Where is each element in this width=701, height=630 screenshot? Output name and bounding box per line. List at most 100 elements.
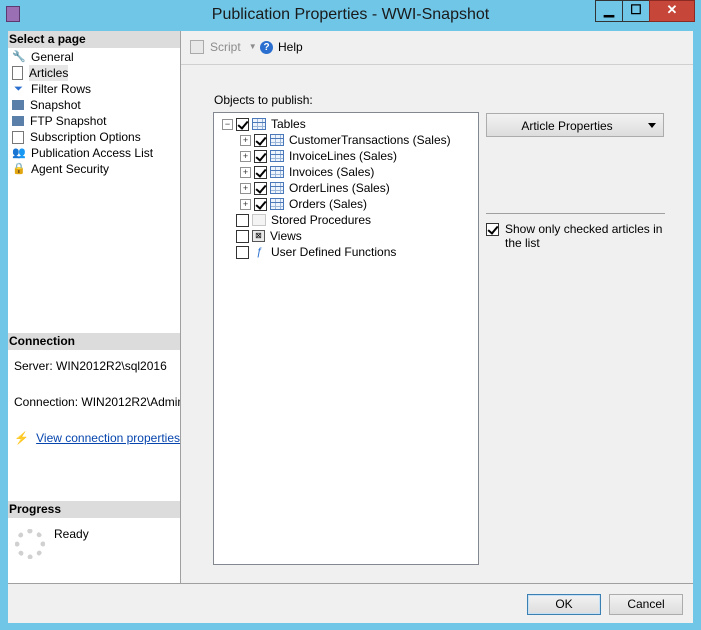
expand-icon[interactable]: + [240, 134, 251, 146]
page-label: Snapshot [30, 98, 81, 112]
snapshot-icon [12, 100, 24, 110]
table-checkbox[interactable] [254, 181, 267, 195]
page-publication-access-list[interactable]: 👥 Publication Access List [12, 145, 153, 161]
tree-node-label: Invoices (Sales) [289, 165, 375, 179]
dialog-client: Select a page 🔧 General Articles ⏷ Filte… [8, 31, 693, 623]
page-agent-security[interactable]: 🔒 Agent Security [12, 161, 109, 177]
tree-node-label: User Defined Functions [271, 245, 397, 259]
help-button[interactable]: ? Help [260, 39, 303, 55]
table-checkbox[interactable] [254, 165, 267, 179]
connection-header: Connection [8, 333, 180, 350]
view-connection-link[interactable]: View connection properties [36, 431, 180, 445]
page-label: Agent Security [31, 162, 110, 176]
tables-checkbox[interactable] [236, 117, 249, 131]
show-only-checked-checkbox[interactable] [486, 223, 499, 236]
table-icon [270, 150, 284, 162]
title-bar[interactable]: Publication Properties - WWI-Snapshot ▁ … [0, 0, 701, 30]
minimize-button[interactable]: ▁ [595, 0, 623, 22]
select-page-header: Select a page [8, 31, 180, 48]
table-checkbox[interactable] [254, 149, 267, 163]
table-icon [270, 134, 284, 146]
filter-icon: ⏷ [14, 82, 23, 95]
separator [486, 213, 665, 214]
dialog-footer: OK Cancel [8, 583, 693, 623]
page-label: FTP Snapshot [30, 114, 107, 128]
expand-icon[interactable]: + [240, 182, 251, 194]
tree-node-label: InvoiceLines (Sales) [289, 149, 398, 163]
chevron-down-icon: ▼ [248, 42, 257, 51]
script-button[interactable]: Script ▼ [190, 39, 257, 55]
table-checkbox[interactable] [254, 133, 267, 147]
stored-procedures-checkbox[interactable] [236, 213, 249, 227]
tree-node-udf[interactable]: ƒ User Defined Functions [236, 244, 396, 260]
tree-node-table[interactable]: + InvoiceLines (Sales) [240, 148, 397, 164]
tree-node-table[interactable]: + Invoices (Sales) [240, 164, 374, 180]
script-label: Script [210, 40, 241, 54]
show-only-checked-option[interactable]: Show only checked articles in the list [486, 222, 666, 250]
ok-button[interactable]: OK [527, 594, 601, 615]
page-label: Subscription Options [30, 130, 141, 144]
connection-text: Connection: WIN2012R2\Administrator [14, 395, 180, 409]
view-connection-row: ⚡ View connection properties [14, 431, 180, 445]
article-properties-label: Article Properties [521, 119, 613, 133]
tree-node-label: Views [270, 229, 302, 243]
toolbar: Script ▼ ? Help [181, 31, 693, 65]
help-label: Help [278, 40, 303, 54]
help-icon: ? [260, 40, 273, 54]
progress-status: Ready [54, 527, 89, 541]
page-subscription-options[interactable]: Subscription Options [12, 129, 141, 145]
function-icon: ƒ [256, 246, 263, 258]
close-button[interactable]: ✕ [649, 0, 695, 22]
lock-icon: 🔒 [12, 162, 26, 175]
tree-node-label: OrderLines (Sales) [289, 181, 390, 195]
access-list-icon: 👥 [12, 146, 26, 159]
page-ftp-snapshot[interactable]: FTP Snapshot [12, 113, 107, 129]
table-icon [270, 182, 284, 194]
stored-procedure-icon [252, 214, 266, 226]
page-snapshot[interactable]: Snapshot [12, 97, 81, 113]
subscription-icon [12, 130, 24, 144]
udf-checkbox[interactable] [236, 245, 249, 259]
wrench-icon: 🔧 [12, 50, 26, 63]
cancel-button[interactable]: Cancel [609, 594, 683, 615]
article-properties-button[interactable]: Article Properties [486, 113, 664, 137]
ftp-icon [12, 116, 24, 126]
page-filter-rows[interactable]: ⏷ Filter Rows [12, 81, 91, 97]
script-icon [190, 40, 204, 54]
progress-header: Progress [8, 501, 180, 518]
page-articles[interactable]: Articles [12, 65, 69, 81]
server-text: Server: WIN2012R2\sql2016 [14, 359, 167, 373]
dialog-window: Publication Properties - WWI-Snapshot ▁ … [0, 0, 701, 630]
tree-node-table[interactable]: + Orders (Sales) [240, 196, 367, 212]
tree-node-label: Tables [271, 117, 306, 131]
left-panel: Select a page 🔧 General Articles ⏷ Filte… [8, 31, 181, 583]
expand-icon[interactable]: + [240, 166, 251, 178]
chevron-down-icon [648, 123, 656, 128]
collapse-icon[interactable]: − [222, 118, 233, 130]
objects-to-publish-label: Objects to publish: [214, 93, 313, 107]
table-icon [270, 166, 284, 178]
tree-node-stored-procedures[interactable]: Stored Procedures [236, 212, 371, 228]
table-checkbox[interactable] [254, 197, 267, 211]
views-checkbox[interactable] [236, 229, 249, 243]
articles-icon [12, 66, 23, 80]
tree-node-tables[interactable]: − Tables [222, 116, 306, 132]
maximize-button[interactable]: ☐ [622, 0, 650, 22]
right-panel: Script ▼ ? Help Objects to publish: − Ta… [181, 31, 693, 583]
page-general[interactable]: 🔧 General [12, 49, 74, 65]
tree-node-views[interactable]: ⊠ Views [236, 228, 302, 244]
page-label: Articles [29, 65, 69, 81]
page-label: Filter Rows [31, 82, 92, 96]
expand-icon[interactable]: + [240, 198, 251, 210]
view-icon: ⊠ [252, 230, 265, 242]
tree-node-label: CustomerTransactions (Sales) [289, 133, 451, 147]
objects-tree[interactable]: − Tables + CustomerTransactions (Sales) … [213, 112, 479, 565]
tree-node-table[interactable]: + CustomerTransactions (Sales) [240, 132, 451, 148]
progress-spinner-icon [15, 529, 45, 559]
tree-node-table[interactable]: + OrderLines (Sales) [240, 180, 390, 196]
table-folder-icon [252, 118, 266, 130]
page-label: Publication Access List [31, 146, 154, 160]
tree-node-label: Orders (Sales) [289, 197, 368, 211]
expand-icon[interactable]: + [240, 150, 251, 162]
tree-node-label: Stored Procedures [271, 213, 372, 227]
